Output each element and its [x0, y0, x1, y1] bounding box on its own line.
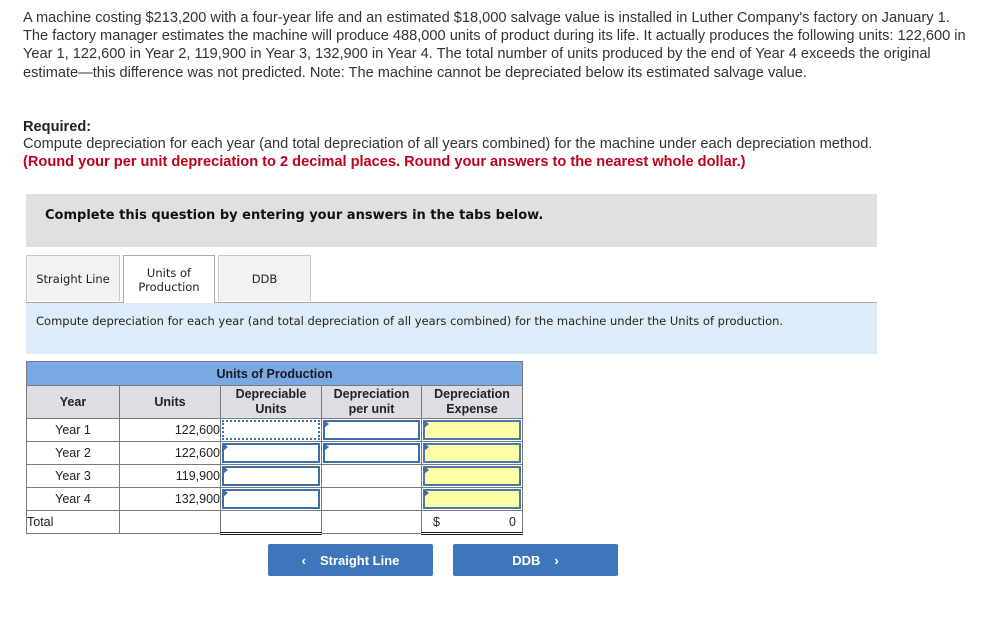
per-unit-cell	[321, 487, 422, 511]
expense-input[interactable]	[421, 418, 523, 442]
chevron-left-icon: ‹	[301, 552, 306, 568]
year-label: Year 3	[26, 464, 120, 488]
depreciable-units-input[interactable]	[220, 418, 322, 442]
units-value: 119,900	[119, 464, 221, 488]
total-row: Total $ 0	[26, 510, 523, 535]
tab-units-of-production[interactable]: Units of Production	[123, 255, 215, 303]
depreciable-units-input[interactable]	[220, 487, 322, 511]
total-expense-value: 0	[509, 515, 516, 529]
chevron-right-icon: ›	[554, 552, 559, 568]
prev-tab-button[interactable]: ‹ Straight Line	[268, 544, 433, 576]
tab-straight-line[interactable]: Straight Line	[26, 255, 120, 301]
rounding-note: (Round your per unit depreciation to 2 d…	[23, 154, 746, 170]
required-label: Required:	[23, 119, 92, 135]
depreciable-units-input[interactable]	[220, 441, 322, 465]
total-units-cell	[119, 510, 221, 534]
expense-input[interactable]	[421, 441, 523, 465]
per-unit-input[interactable]	[321, 441, 422, 465]
expense-input[interactable]	[421, 464, 523, 488]
table-row: Year 1 122,600	[26, 418, 523, 442]
required-text: Compute depreciation for each year (and …	[23, 136, 873, 152]
next-tab-label: DDB	[512, 552, 541, 568]
table-row: Year 3 119,900	[26, 464, 523, 488]
table-row: Year 4 132,900	[26, 487, 523, 511]
units-value: 122,600	[119, 441, 221, 465]
total-depreciable-units	[220, 510, 322, 535]
tab-label: Units of Production	[138, 265, 200, 294]
tab-instructions: Compute depreciation for each year (and …	[26, 303, 877, 354]
depreciable-units-input[interactable]	[220, 464, 322, 488]
currency-symbol: $	[433, 515, 440, 529]
year-label: Year 2	[26, 441, 120, 465]
header-year: Year	[26, 385, 120, 419]
units-value: 122,600	[119, 418, 221, 442]
banner-text: Complete this question by entering your …	[45, 208, 544, 223]
total-expense: $ 0	[421, 510, 523, 535]
header-depreciation-expense: Depreciation Expense	[421, 385, 523, 419]
method-tabs: Straight Line Units of Production DDB	[26, 255, 877, 303]
per-unit-cell	[321, 464, 422, 488]
tab-ddb[interactable]: DDB	[218, 255, 311, 301]
header-depreciable-units: Depreciable Units	[220, 385, 322, 419]
table-title: Units of Production	[26, 361, 523, 386]
expense-input[interactable]	[421, 487, 523, 511]
per-unit-input[interactable]	[321, 418, 422, 442]
tab-instructions-text: Compute depreciation for each year (and …	[36, 314, 784, 328]
problem-statement: A machine costing $213,200 with a four-y…	[23, 10, 966, 81]
year-label: Year 1	[26, 418, 120, 442]
total-per-unit-cell	[321, 510, 422, 534]
instructions-banner: Complete this question by entering your …	[26, 194, 877, 247]
year-label: Year 4	[26, 487, 120, 511]
prev-tab-label: Straight Line	[319, 552, 400, 568]
header-depreciation-per-unit: Depreciation per unit	[321, 385, 422, 419]
units-value: 132,900	[119, 487, 221, 511]
next-tab-button[interactable]: DDB ›	[453, 544, 618, 576]
header-units: Units	[119, 385, 221, 419]
total-label: Total	[26, 510, 120, 534]
units-of-production-table: Units of Production Year Units Depreciab…	[26, 361, 523, 535]
table-row: Year 2 122,600	[26, 441, 523, 465]
